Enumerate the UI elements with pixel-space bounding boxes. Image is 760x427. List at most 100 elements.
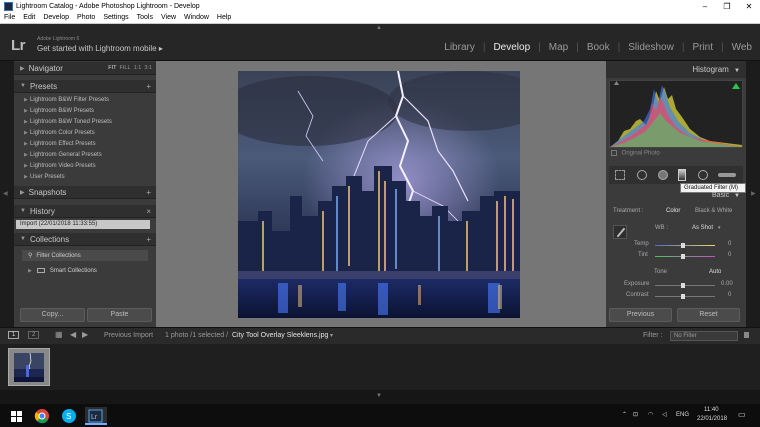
tray-chevron-up-icon[interactable]: ⌃ (622, 411, 627, 418)
collapse-top-arrow-icon[interactable]: ▲ (376, 25, 382, 31)
filter-lock-icon[interactable] (744, 332, 749, 338)
tint-slider[interactable] (655, 256, 715, 257)
menu-photo[interactable]: Photo (77, 14, 95, 21)
mobile-promo-link[interactable]: Get started with Lightroom mobile ▸ (37, 44, 163, 53)
add-snapshot-icon[interactable]: + (146, 188, 151, 197)
snapshots-header[interactable]: ▶ Snapshots + (14, 186, 156, 199)
exposure-value[interactable]: 0.00 (721, 281, 733, 287)
navigator-header[interactable]: ▶ Navigator FIT FILL 1:1 3:1 (14, 62, 156, 75)
histogram-header[interactable]: Histogram ▼ (606, 61, 746, 78)
smart-collections-item[interactable]: ▶ Smart Collections (22, 265, 148, 276)
module-print[interactable]: Print (692, 42, 713, 53)
menu-file[interactable]: File (4, 14, 15, 21)
windows-start-icon[interactable] (8, 407, 26, 425)
preset-folder[interactable]: ▶ Lightroom Effect Presets (18, 138, 152, 149)
filter-collections-field[interactable]: ⚲ Filter Collections (22, 250, 148, 261)
menu-develop[interactable]: Develop (43, 14, 69, 21)
basic-header[interactable]: Basic ▼ (606, 190, 746, 201)
add-preset-icon[interactable]: + (146, 82, 151, 91)
filmstrip-thumbnail[interactable] (8, 348, 50, 386)
contrast-slider-knob[interactable] (681, 294, 685, 299)
copy-button[interactable]: Copy... (20, 308, 85, 322)
preset-folder[interactable]: ▶ Lightroom B&W Toned Presets (18, 116, 152, 127)
secondary-view-button[interactable]: 2 (28, 331, 40, 339)
zoom-3-1[interactable]: 3:1 (144, 65, 152, 71)
temp-value[interactable]: 0 (728, 241, 731, 247)
add-collection-icon[interactable]: + (146, 235, 151, 244)
temp-slider-knob[interactable] (681, 243, 685, 248)
contrast-value[interactable]: 0 (728, 292, 731, 298)
tint-slider-knob[interactable] (681, 254, 685, 259)
original-photo-toggle[interactable]: Original Photo (611, 150, 660, 157)
forward-arrow-icon[interactable]: ▶ (82, 330, 88, 339)
module-book[interactable]: Book (587, 42, 610, 53)
tray-wifi-icon[interactable]: ◠ (648, 411, 653, 418)
history-header[interactable]: ▼ History × (14, 205, 156, 218)
histogram[interactable] (609, 80, 743, 148)
menu-tools[interactable]: Tools (137, 14, 153, 21)
clock-time[interactable]: 11:40 (704, 407, 719, 413)
zoom-1-1[interactable]: 1:1 (134, 65, 142, 71)
presets-header[interactable]: ▼ Presets + (14, 80, 156, 93)
clear-history-icon[interactable]: × (146, 207, 151, 216)
current-filename[interactable]: City Tool Overlay Sleeklens.jpg (232, 332, 328, 339)
history-step[interactable]: Import (22/01/2018 11:33:55) (16, 220, 150, 229)
reset-button[interactable]: Reset (677, 308, 740, 322)
module-map[interactable]: Map (549, 42, 568, 53)
menu-edit[interactable]: Edit (23, 14, 35, 21)
contrast-slider[interactable] (655, 296, 715, 297)
tray-volume-icon[interactable]: ◁ (662, 411, 667, 418)
collapse-bottom-arrow-icon[interactable]: ▼ (376, 393, 382, 399)
grid-view-icon[interactable]: ▦ (55, 330, 63, 339)
back-arrow-icon[interactable]: ◀ (70, 330, 76, 339)
preset-folder[interactable]: ▶ User Presets (18, 171, 152, 182)
input-language[interactable]: ENG (676, 412, 689, 418)
collapse-right-arrow-icon[interactable]: ▶ (751, 190, 756, 197)
preset-folder[interactable]: ▶ Lightroom B&W Filter Presets (18, 94, 152, 105)
photo-preview[interactable] (238, 71, 520, 318)
preset-folder[interactable]: ▶ Lightroom Color Presets (18, 127, 152, 138)
maximize-button[interactable]: ❐ (716, 2, 738, 11)
paste-button[interactable]: Paste (87, 308, 152, 322)
radial-filter-icon[interactable] (698, 170, 708, 180)
white-balance-eyedropper-icon[interactable] (613, 225, 627, 239)
adjustment-brush-icon[interactable] (718, 173, 736, 177)
lightroom-taskbar-icon[interactable]: Lr (85, 407, 107, 425)
preset-folder[interactable]: ▶ Lightroom B&W Presets (18, 105, 152, 116)
module-web[interactable]: Web (732, 42, 752, 53)
graduated-filter-icon[interactable] (678, 169, 686, 181)
treatment-bw-option[interactable]: Black & White (695, 208, 732, 214)
minimize-button[interactable]: – (694, 2, 716, 11)
module-library[interactable]: Library (444, 42, 475, 53)
temp-slider[interactable] (655, 245, 715, 246)
spot-removal-icon[interactable] (637, 170, 647, 180)
collapse-left-arrow-icon[interactable]: ◀ (3, 190, 8, 197)
primary-view-button[interactable]: 1 (8, 331, 20, 339)
menu-help[interactable]: Help (217, 14, 231, 21)
collections-header[interactable]: ▼ Collections + (14, 233, 156, 246)
preset-folder[interactable]: ▶ Lightroom General Presets (18, 149, 152, 160)
menu-settings[interactable]: Settings (103, 14, 128, 21)
zoom-fit[interactable]: FIT (108, 65, 116, 71)
previous-button[interactable]: Previous (609, 308, 672, 322)
exposure-slider[interactable] (655, 285, 715, 286)
clock-date[interactable]: 22/01/2018 (697, 416, 727, 422)
menu-view[interactable]: View (161, 14, 176, 21)
treatment-color-option[interactable]: Color (666, 208, 680, 214)
source-previous-import[interactable]: Previous Import (104, 332, 153, 339)
close-button[interactable]: ✕ (738, 2, 760, 11)
highlight-clipping-icon[interactable] (732, 83, 740, 89)
preset-folder[interactable]: ▶ Lightroom Video Presets (18, 160, 152, 171)
module-slideshow[interactable]: Slideshow (628, 42, 674, 53)
menu-window[interactable]: Window (184, 14, 209, 21)
filter-select[interactable]: No Filter (670, 331, 738, 341)
shadow-clipping-icon[interactable] (614, 81, 619, 85)
chrome-icon[interactable] (33, 407, 51, 425)
original-photo-checkbox[interactable] (611, 150, 617, 156)
exposure-slider-knob[interactable] (681, 283, 685, 288)
module-develop[interactable]: Develop (493, 42, 530, 53)
wb-select[interactable]: As Shot (692, 225, 713, 231)
action-center-icon[interactable]: ▭ (738, 410, 746, 419)
red-eye-icon[interactable] (658, 170, 668, 180)
zoom-fill[interactable]: FILL (120, 65, 131, 71)
